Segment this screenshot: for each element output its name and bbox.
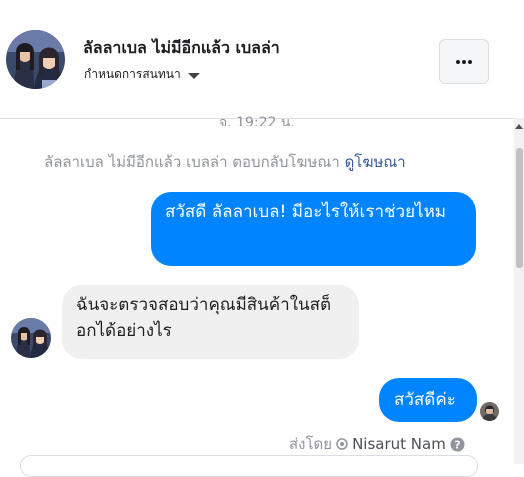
message-composer[interactable] bbox=[20, 455, 478, 477]
assign-conversation-dropdown[interactable]: กำหนดการสนทนา bbox=[84, 65, 200, 84]
ad-reply-text: ลัลลาเบล ไม่มีอีกแล้ว เบลล่า ตอบกลับโฆษณ… bbox=[44, 153, 340, 171]
scroll-up-icon[interactable] bbox=[515, 124, 523, 129]
view-ad-link[interactable]: ดูโฆษณา bbox=[345, 153, 406, 171]
scroll-thumb[interactable] bbox=[516, 148, 523, 268]
sender-name[interactable]: Nisarut Nam bbox=[352, 435, 446, 453]
svg-text:?: ? bbox=[454, 438, 460, 451]
message-timestamp: จ. 19:22 น. bbox=[219, 115, 295, 126]
customer-avatar[interactable] bbox=[11, 318, 51, 358]
sent-by-info: ส่งโดย Nisarut Nam ? bbox=[289, 432, 465, 456]
seen-avatar bbox=[480, 402, 499, 421]
contact-name: ลัลลาเบล ไม่มีอีกแล้ว เบลล่า bbox=[83, 38, 280, 57]
ad-reply-notice: ลัลลาเบล ไม่มีอีกแล้ว เบลล่า ตอบกลับโฆษณ… bbox=[44, 150, 406, 174]
assign-conversation-label: กำหนดการสนทนา bbox=[84, 67, 181, 81]
more-horizontal-icon bbox=[456, 59, 472, 64]
verified-icon bbox=[336, 438, 348, 450]
scrollbar[interactable] bbox=[514, 118, 524, 464]
outgoing-message[interactable]: สวัสดีค่ะ bbox=[379, 378, 477, 422]
incoming-message[interactable]: ฉันจะตรวจสอบว่าคุณมีสินค้าในสต็อกได้อย่า… bbox=[62, 285, 359, 359]
sent-by-label: ส่งโดย bbox=[289, 435, 333, 453]
more-options-button[interactable] bbox=[439, 39, 489, 84]
outgoing-message[interactable]: สวัสดี ลัลลาเบล! มีอะไรให้เราช่วยไหม bbox=[151, 192, 476, 266]
contact-avatar[interactable] bbox=[6, 30, 65, 89]
help-icon[interactable]: ? bbox=[450, 437, 465, 452]
caret-down-icon bbox=[187, 72, 200, 79]
conversation-header: ลัลลาเบล ไม่มีอีกแล้ว เบลล่า กำหนดการสนท… bbox=[0, 0, 524, 119]
